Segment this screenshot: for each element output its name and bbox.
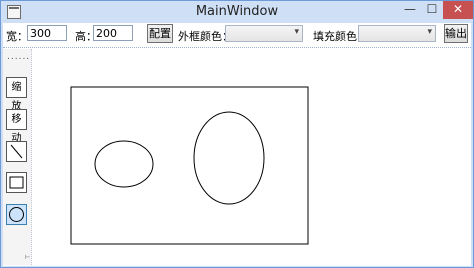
drawing-area[interactable] [33,49,469,264]
main-window: MainWindow — ☐ ✕ 宽： 300 高： 200 配置 外框颜色： … [0,0,474,268]
chevron-down-icon: ▾ [427,27,432,37]
tool-panel: ...... 缩放 移动 ⊢ [3,49,32,265]
title-bar[interactable]: MainWindow — ☐ ✕ [1,1,473,23]
close-button[interactable]: ✕ [443,1,473,19]
config-button[interactable]: 配置 [147,24,173,43]
stroke-color-select[interactable]: ▾ [225,25,303,42]
ellipse-icon [9,207,24,222]
fill-color-select[interactable]: ▾ [358,25,436,42]
rectangle-tool-button[interactable] [6,172,27,193]
maximize-button[interactable]: ☐ [421,1,443,19]
chevron-down-icon: ▾ [294,27,299,37]
toolbar-overflow-icon[interactable]: ⊢ [25,254,30,261]
client-area: 宽： 300 高： 200 配置 外框颜色： ▾ 填充颜色： ▾ 输出 ....… [3,23,471,266]
line-tool-button[interactable] [6,141,27,162]
top-toolbar: 宽： 300 高： 200 配置 外框颜色： ▾ 填充颜色： ▾ 输出 [3,23,471,48]
height-input[interactable]: 200 [93,25,133,41]
toolbar-grip[interactable]: ...... [7,52,30,62]
zoom-tool-button[interactable]: 缩放 [6,77,27,112]
rectangle-icon [9,176,24,189]
move-tool-button[interactable]: 移动 [6,109,27,144]
output-button[interactable]: 输出 [444,24,468,43]
width-label: 宽： [6,30,28,43]
line-icon [10,144,23,159]
ellipse-tool-button[interactable] [6,204,27,225]
canvas-rectangle[interactable] [70,86,309,245]
minimize-button[interactable]: — [399,1,421,19]
drawing-canvas[interactable] [33,49,469,264]
width-input[interactable]: 300 [27,25,67,41]
